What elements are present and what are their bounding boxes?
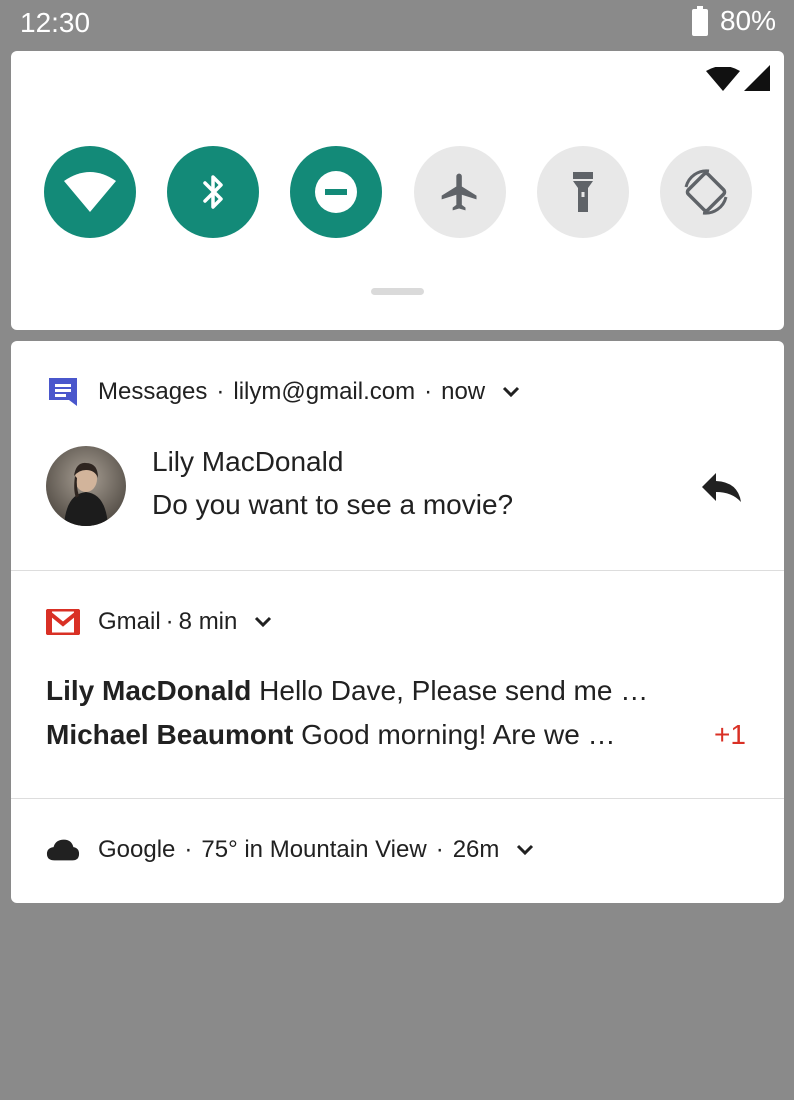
chevron-down-icon[interactable] <box>515 839 537 861</box>
more-count-badge: +1 <box>714 719 746 750</box>
separator: · <box>216 378 225 405</box>
quick-settings-panel <box>11 51 784 330</box>
notification-time: 8 min <box>178 608 238 635</box>
account-name: lilym@gmail.com <box>233 378 416 405</box>
auto-rotate-tile[interactable] <box>659 146 752 238</box>
battery-icon <box>691 6 708 36</box>
expand-handle[interactable] <box>371 288 424 295</box>
gmail-notification[interactable]: Gmail · 8 min Lily MacDonald Hello Dave,… <box>11 571 784 798</box>
mail-sender: Michael Beaumont <box>46 719 294 750</box>
airplane-icon <box>441 173 477 211</box>
auto-rotate-icon <box>684 169 728 215</box>
message-sender: Lily MacDonald <box>152 446 344 477</box>
airplane-tile[interactable] <box>413 146 506 238</box>
avatar <box>46 446 126 526</box>
gmail-icon <box>46 605 80 639</box>
do-not-disturb-icon <box>315 171 358 213</box>
separator: · <box>435 836 444 863</box>
flashlight-tile[interactable] <box>536 146 629 238</box>
battery-level: 80% <box>719 5 776 36</box>
cloud-icon <box>46 833 80 867</box>
gmail-header: Gmail · 8 min <box>46 605 275 639</box>
mail-sender: Lily MacDonald <box>46 675 252 706</box>
wifi-signal-icon <box>706 67 740 91</box>
status-time: 12:30 <box>20 7 91 38</box>
separator: · <box>184 836 193 863</box>
mail-preview: Good morning! Are we … <box>301 719 616 750</box>
weather-summary: 75° in Mountain View <box>201 836 427 863</box>
separator: · <box>165 608 174 635</box>
cell-signal-icon <box>744 65 770 91</box>
messages-icon <box>46 375 80 409</box>
connectivity-indicators <box>706 65 770 91</box>
app-name: Messages <box>98 378 208 405</box>
quick-settings-tiles <box>44 146 752 238</box>
mail-line[interactable]: Lily MacDonald Hello Dave, Please send m… <box>46 675 648 707</box>
notification-stack: Messages · lilym@gmail.com · now Lily Ma… <box>11 341 784 903</box>
mail-line[interactable]: Michael Beaumont Good morning! Are we … <box>46 719 616 751</box>
google-header: Google · 75° in Mountain View · 26m <box>46 833 537 867</box>
flashlight-icon <box>572 172 593 212</box>
mail-preview: Hello Dave, Please send me … <box>259 675 649 706</box>
chevron-down-icon[interactable] <box>501 381 523 403</box>
status-right: 80% <box>691 5 776 37</box>
google-notification[interactable]: Google · 75° in Mountain View · 26m <box>11 799 784 903</box>
reply-icon <box>702 473 741 502</box>
do-not-disturb-tile[interactable] <box>290 146 383 238</box>
messages-header: Messages · lilym@gmail.com · now <box>46 375 523 409</box>
status-bar: 12:30 80% <box>0 0 794 48</box>
bluetooth-tile[interactable] <box>167 146 260 238</box>
separator: · <box>424 378 433 405</box>
app-name: Google <box>98 836 176 863</box>
wifi-tile[interactable] <box>44 146 136 238</box>
chevron-down-icon[interactable] <box>253 611 275 633</box>
message-text: Do you want to see a movie? <box>152 489 514 520</box>
bluetooth-icon <box>203 175 223 209</box>
messages-notification[interactable]: Messages · lilym@gmail.com · now Lily Ma… <box>11 341 784 570</box>
app-name: Gmail <box>98 608 161 635</box>
notification-time: now <box>441 378 486 405</box>
wifi-icon <box>64 172 116 212</box>
reply-button[interactable] <box>699 467 743 507</box>
notification-time: 26m <box>452 836 500 863</box>
